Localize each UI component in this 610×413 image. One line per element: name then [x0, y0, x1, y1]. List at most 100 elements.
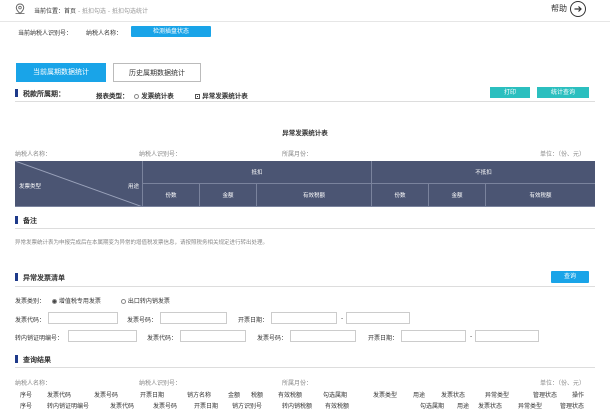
date-start-input[interactable]	[271, 312, 337, 324]
report-taxpayer-name: 纳税人名称：	[15, 151, 52, 158]
col-header: 发票状态	[441, 392, 466, 399]
report-option-invoice[interactable]: 发票统计表	[134, 90, 174, 100]
radio-export[interactable]	[121, 299, 126, 304]
transfer-no-label: 转内销证明编号：	[15, 335, 64, 342]
section-marker	[15, 355, 18, 363]
col-count-2: 份数	[372, 184, 429, 207]
abnormal-query-button[interactable]: 查询	[551, 271, 589, 283]
section-marker	[15, 216, 18, 224]
section-marker	[15, 273, 18, 281]
col-count-1: 份数	[143, 184, 200, 207]
date2-label: 开票日期：	[368, 335, 399, 342]
results-taxpayer-name: 纳税人名称：	[15, 380, 52, 387]
stat-query-button[interactable]: 统计查询	[537, 87, 589, 98]
results-period: 所属月份：	[282, 380, 313, 387]
date2-dash: -	[470, 333, 473, 340]
col-header: 销方识别号	[232, 403, 263, 410]
section-marker	[15, 89, 18, 97]
col-header: 转内销税额	[282, 403, 313, 410]
invoice-number-input[interactable]	[160, 312, 227, 324]
date2-start-input[interactable]	[401, 330, 466, 342]
report-option-invoice-label: 发票统计表	[141, 92, 174, 100]
print-button[interactable]: 打印	[490, 87, 530, 98]
stat-table-header: 发票类型 用途 抵扣 不抵扣 份数 金额 有效税额 份数 金额 有效税额	[15, 161, 595, 207]
col-header: 勾选属期	[323, 392, 348, 399]
group-deduct: 抵扣	[143, 161, 372, 184]
col-header: 税额	[251, 392, 264, 399]
checkbox-abnormal-stat[interactable]	[195, 93, 200, 99]
divider	[15, 286, 595, 287]
tab-current-period[interactable]: 当前属期数据统计	[16, 63, 106, 82]
report-title: 异常发票统计表	[282, 129, 328, 137]
invoice-code-input[interactable]	[48, 312, 118, 324]
col-header: 管理状态	[560, 403, 585, 410]
code-label: 发票代码：	[15, 317, 46, 324]
col-header: 有效税额	[325, 403, 350, 410]
report-option-abnormal-label: 异常发票统计表	[202, 92, 248, 100]
divider	[15, 101, 595, 102]
col-header: 序号	[20, 403, 33, 410]
col-header: 勾选属期	[420, 403, 445, 410]
remark-title: 备注	[23, 217, 37, 225]
results-title: 查询结果	[23, 356, 51, 364]
results-taxpayer-id: 纳税人识别号：	[139, 380, 182, 387]
col-tax-1: 有效税额	[257, 184, 372, 207]
report-type-label: 报表类型：	[96, 92, 129, 100]
col-header: 操作	[572, 392, 585, 399]
divider	[15, 228, 595, 229]
breadcrumb-label: 当前位置：	[34, 8, 65, 15]
breadcrumb-home[interactable]: 首页	[64, 8, 76, 15]
invoice-number2-input[interactable]	[290, 330, 356, 342]
col-amount-1: 金额	[200, 184, 257, 207]
col-header: 异常类型	[518, 403, 543, 410]
abnormal-title: 异常发票清单	[23, 274, 65, 282]
invoice-code2-input[interactable]	[180, 330, 246, 342]
help-arrow-icon[interactable]	[570, 1, 586, 17]
period-label: 税款所属期：	[23, 90, 65, 98]
col-header: 开票日期	[194, 403, 219, 410]
type-export-option[interactable]: 出口转内销发票	[121, 296, 170, 305]
col-header: 发票号码	[153, 403, 178, 410]
type-vat-label: 增值税专用发票	[58, 298, 101, 305]
col-header: 金额	[228, 392, 241, 399]
radio-vat[interactable]	[52, 299, 57, 304]
type-vat-option[interactable]: 增值税专用发票	[52, 296, 101, 305]
col-header: 发票代码	[110, 403, 135, 410]
transfer-no-input[interactable]	[68, 330, 137, 342]
radio-invoice-stat[interactable]	[134, 93, 139, 99]
date-label: 开票日期：	[238, 317, 269, 324]
col-header: 用途	[413, 392, 426, 399]
col-tax-2: 有效税额	[486, 184, 595, 207]
report-unit: 单位：（份、元）	[540, 151, 586, 158]
report-option-abnormal[interactable]: 异常发票统计表	[195, 90, 248, 100]
breadcrumb-path: - 抵扣勾选 - 抵扣勾选统计	[76, 8, 148, 15]
date-end-input[interactable]	[346, 312, 410, 324]
col-header: 序号	[20, 392, 33, 399]
col-header: 发票号码	[94, 392, 119, 399]
corner-invoice-type: 发票类型	[19, 184, 42, 190]
col-header: 用途	[457, 403, 470, 410]
code2-label: 发票代码：	[147, 335, 178, 342]
results-unit: 单位：（份、元）	[540, 380, 586, 387]
col-amount-2: 金额	[429, 184, 486, 207]
taxpayer-name-label: 纳税人名称：	[86, 30, 123, 37]
number2-label: 发票号码：	[257, 335, 288, 342]
report-period: 所属月份：	[282, 151, 313, 158]
top-bar: 当前位置：首页 - 抵扣勾选 - 抵扣勾选统计 帮助	[0, 0, 610, 22]
date2-end-input[interactable]	[475, 330, 539, 342]
col-header: 销方名称	[187, 392, 212, 399]
col-header: 发票代码	[47, 392, 72, 399]
report-taxpayer-id: 纳税人识别号：	[139, 151, 182, 158]
col-header: 异常类型	[485, 392, 510, 399]
remark-text: 异常发票统计表为申报完成后在本属期变为异常的增值税发票信息，请按照税务相关规定进…	[15, 240, 269, 246]
group-no-deduct: 不抵扣	[372, 161, 595, 184]
help-link[interactable]: 帮助	[551, 3, 567, 14]
col-header: 发票类型	[373, 392, 398, 399]
tab-history-period[interactable]: 历史属期数据统计	[113, 63, 201, 82]
col-header: 转内销证明编号	[47, 403, 90, 410]
number-label: 发票号码：	[127, 317, 158, 324]
check-plate-button[interactable]: 检测插盘状态	[131, 26, 211, 37]
invoice-type-label: 发票类别：	[15, 298, 46, 305]
taxpayer-id-label: 当前纳税人识别号：	[18, 30, 73, 37]
col-header: 管理状态	[533, 392, 558, 399]
